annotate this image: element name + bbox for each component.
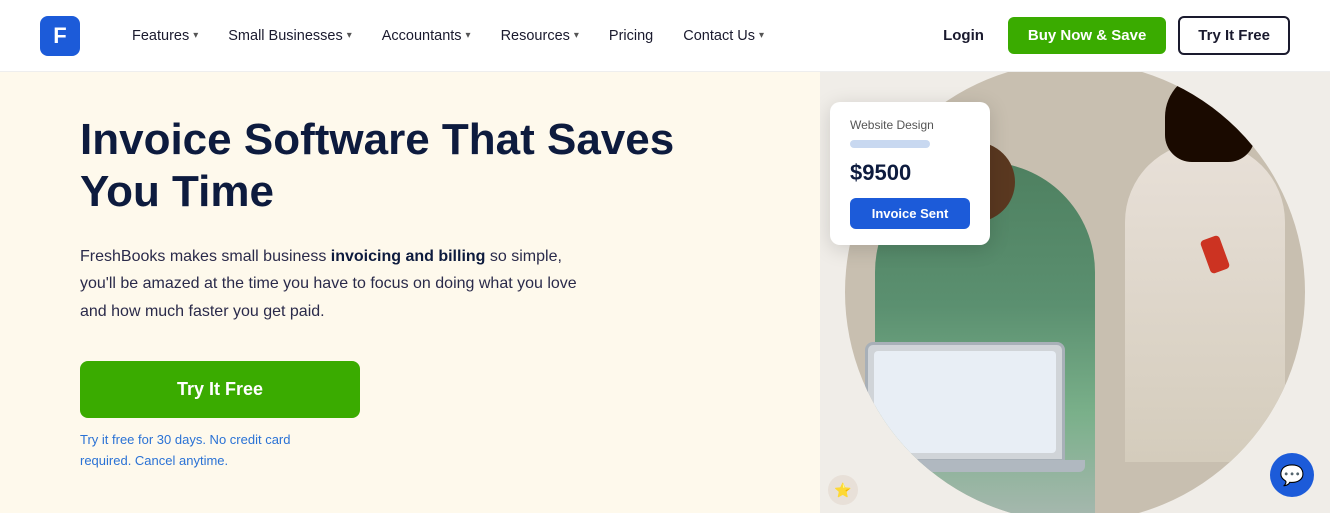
nav-features[interactable]: Features ▾ xyxy=(120,20,210,52)
nav-pricing[interactable]: Pricing xyxy=(597,20,665,52)
hero-title: Invoice Software That Saves You Time xyxy=(80,114,740,220)
hero-left: Invoice Software That Saves You Time Fre… xyxy=(0,72,820,513)
nav-resources-label: Resources xyxy=(501,28,570,44)
nav-small-businesses[interactable]: Small Businesses ▾ xyxy=(216,20,363,52)
invoice-label: Website Design xyxy=(850,118,970,132)
small-icon: ⭐ xyxy=(834,482,851,499)
chevron-down-icon: ▾ xyxy=(347,30,352,41)
hero-right: Website Design $9500 Invoice Sent 💬 ⭐ xyxy=(820,72,1330,513)
person-woman-head xyxy=(1165,72,1255,162)
invoice-sent-button: Invoice Sent xyxy=(850,198,970,229)
nav-pricing-label: Pricing xyxy=(609,28,653,44)
nav-contact-label: Contact Us xyxy=(683,28,755,44)
laptop xyxy=(865,342,1065,462)
hero-cta-button[interactable]: Try It Free xyxy=(80,361,360,418)
chat-icon: 💬 xyxy=(1280,463,1305,488)
person-woman-body xyxy=(1125,142,1285,462)
try-free-button[interactable]: Try It Free xyxy=(1178,16,1290,55)
nav-contact[interactable]: Contact Us ▾ xyxy=(671,20,776,52)
nav-links: Features ▾ Small Businesses ▾ Accountant… xyxy=(120,20,931,52)
invoice-bar xyxy=(850,140,930,148)
nav-features-label: Features xyxy=(132,28,189,44)
chevron-down-icon: ▾ xyxy=(574,30,579,41)
navbar: F Features ▾ Small Businesses ▾ Accounta… xyxy=(0,0,1330,72)
chat-bubble-button[interactable]: 💬 xyxy=(1270,453,1314,497)
hero-desc-bold: invoicing and billing xyxy=(331,248,486,265)
hero-subtext: Try it free for 30 days. No credit card … xyxy=(80,430,320,472)
chevron-down-icon: ▾ xyxy=(466,30,471,41)
chevron-down-icon: ▾ xyxy=(193,30,198,41)
hero-description: FreshBooks makes small business invoicin… xyxy=(80,243,600,325)
chevron-down-icon: ▾ xyxy=(759,30,764,41)
laptop-base xyxy=(845,460,1085,472)
nav-right: Login Buy Now & Save Try It Free xyxy=(931,16,1290,55)
nav-accountants-label: Accountants xyxy=(382,28,462,44)
invoice-card: Website Design $9500 Invoice Sent xyxy=(830,102,990,245)
bottom-left-icon: ⭐ xyxy=(828,475,858,505)
login-button[interactable]: Login xyxy=(931,19,996,52)
hero-section: Invoice Software That Saves You Time Fre… xyxy=(0,72,1330,513)
logo[interactable]: F xyxy=(40,16,80,56)
nav-small-businesses-label: Small Businesses xyxy=(228,28,342,44)
hero-desc-prefix: FreshBooks makes small business xyxy=(80,248,331,265)
buy-now-button[interactable]: Buy Now & Save xyxy=(1008,17,1166,54)
nav-accountants[interactable]: Accountants ▾ xyxy=(370,20,483,52)
invoice-amount: $9500 xyxy=(850,160,970,186)
logo-icon: F xyxy=(40,16,80,56)
nav-resources[interactable]: Resources ▾ xyxy=(489,20,591,52)
